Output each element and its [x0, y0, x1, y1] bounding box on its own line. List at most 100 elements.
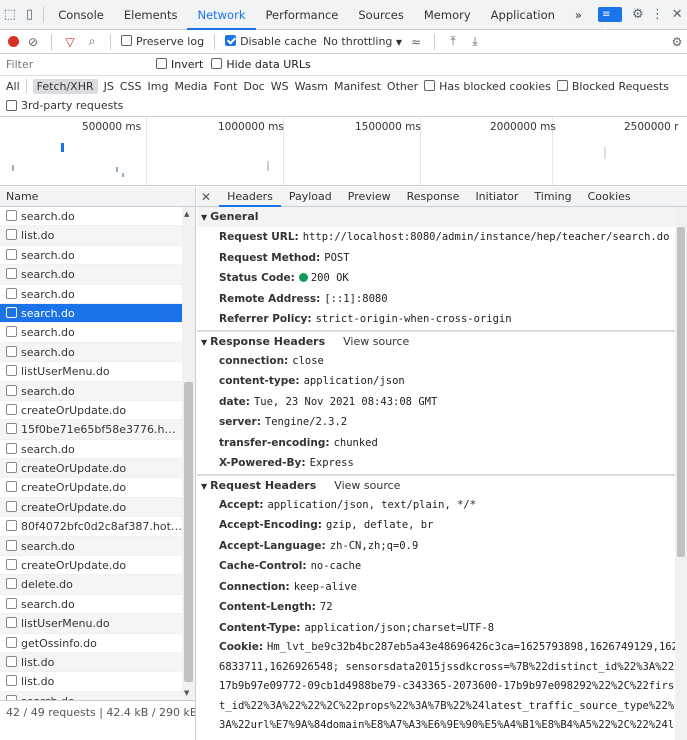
- request-row[interactable]: search.do: [0, 342, 182, 363]
- request-row[interactable]: list.do: [0, 226, 182, 246]
- scrollbar-thumb[interactable]: [677, 227, 685, 557]
- request-row[interactable]: search.do: [0, 439, 182, 460]
- tab-elements[interactable]: Elements: [114, 0, 188, 30]
- type-font[interactable]: Font: [214, 80, 238, 93]
- request-type-icon: [6, 268, 17, 280]
- request-row[interactable]: createOrUpdate.do: [0, 459, 182, 479]
- type-other[interactable]: Other: [387, 80, 418, 93]
- response-headers-header[interactable]: ▼ Response Headers View source: [197, 330, 687, 351]
- type-ws[interactable]: WS: [271, 80, 289, 93]
- inspect-element-icon[interactable]: ⬚: [0, 4, 20, 26]
- tab-application[interactable]: Application: [481, 0, 565, 30]
- filter-icon[interactable]: ▽: [62, 35, 78, 49]
- request-row[interactable]: search.do: [0, 303, 182, 324]
- request-list-scrollbar[interactable]: ▲ ▼: [182, 207, 195, 700]
- checkbox-icon: [211, 58, 223, 69]
- request-row[interactable]: search.do: [0, 691, 182, 700]
- close-icon[interactable]: ✕: [667, 4, 687, 26]
- gear-icon[interactable]: ⚙: [628, 4, 648, 26]
- request-row[interactable]: 80f4072bfc0d2c8af387.hot-upda: [0, 517, 182, 537]
- invert-checkbox[interactable]: Invert: [156, 58, 203, 71]
- preserve-log-checkbox[interactable]: Preserve log: [121, 35, 204, 48]
- third-party-checkbox[interactable]: 3rd-party requests: [6, 96, 123, 114]
- checkbox-icon: [424, 79, 436, 91]
- close-icon[interactable]: ✕: [201, 190, 211, 204]
- type-img[interactable]: Img: [148, 80, 169, 93]
- more-tabs-button[interactable]: »: [565, 0, 592, 30]
- filter-input[interactable]: Filter: [6, 58, 156, 71]
- tab-timing[interactable]: Timing: [526, 187, 579, 207]
- hide-data-urls-checkbox[interactable]: Hide data URLs: [211, 58, 311, 71]
- request-row[interactable]: delete.do: [0, 575, 182, 595]
- search-icon[interactable]: ⌕: [84, 34, 100, 49]
- type-fetch-xhr[interactable]: Fetch/XHR: [32, 78, 98, 94]
- type-doc[interactable]: Doc: [243, 80, 264, 93]
- view-source-link[interactable]: View source: [343, 335, 409, 348]
- download-icon[interactable]: ⤓: [467, 34, 483, 49]
- timeline-tick: 1500000 ms: [355, 121, 421, 133]
- checkbox-icon: [156, 58, 167, 69]
- request-row[interactable]: listUserMenu.do: [0, 362, 182, 382]
- tab-network[interactable]: Network: [187, 0, 256, 30]
- request-row[interactable]: getOssinfo.do: [0, 633, 182, 653]
- type-css[interactable]: CSS: [120, 80, 142, 93]
- tab-payload[interactable]: Payload: [281, 187, 340, 207]
- request-name: listUserMenu.do: [21, 365, 110, 379]
- general-section-header[interactable]: ▼ General: [197, 207, 687, 227]
- scroll-up-icon[interactable]: ▲: [184, 210, 189, 218]
- type-media[interactable]: Media: [174, 80, 207, 93]
- request-row[interactable]: search.do: [0, 323, 182, 343]
- request-row[interactable]: createOrUpdate.do: [0, 400, 182, 421]
- type-js[interactable]: JS: [104, 80, 114, 93]
- disable-cache-checkbox[interactable]: Disable cache: [225, 35, 317, 48]
- request-row[interactable]: search.do: [0, 207, 182, 227]
- tab-sources[interactable]: Sources: [348, 0, 414, 30]
- request-row[interactable]: search.do: [0, 536, 182, 557]
- tab-performance[interactable]: Performance: [256, 0, 349, 30]
- tab-console[interactable]: Console: [48, 0, 114, 30]
- clear-icon[interactable]: ⊘: [25, 35, 41, 49]
- scroll-down-icon[interactable]: ▼: [184, 689, 189, 697]
- request-row[interactable]: search.do: [0, 594, 182, 615]
- checkbox-icon: [6, 99, 17, 111]
- type-manifest[interactable]: Manifest: [334, 80, 381, 93]
- view-source-link[interactable]: View source: [334, 479, 400, 492]
- request-row[interactable]: search.do: [0, 245, 182, 266]
- tab-memory[interactable]: Memory: [414, 0, 481, 30]
- record-icon[interactable]: [8, 36, 19, 47]
- tab-headers[interactable]: Headers: [219, 187, 281, 207]
- tab-preview[interactable]: Preview: [340, 187, 399, 207]
- kebab-menu-icon[interactable]: ⋮: [648, 4, 668, 26]
- request-row[interactable]: list.do: [0, 672, 182, 692]
- wifi-icon[interactable]: ≈: [408, 35, 424, 49]
- request-row[interactable]: search.do: [0, 284, 182, 304]
- timeline-mark: [267, 161, 269, 171]
- request-row[interactable]: createOrUpdate.do: [0, 556, 182, 576]
- device-toggle-icon[interactable]: ▯: [20, 4, 40, 26]
- request-type-icon: [6, 384, 17, 396]
- throttling-select[interactable]: No throttling ▼: [323, 35, 402, 48]
- request-row[interactable]: list.do: [0, 652, 182, 673]
- tab-cookies[interactable]: Cookies: [580, 187, 639, 207]
- type-wasm[interactable]: Wasm: [295, 80, 328, 93]
- name-column-header[interactable]: Name: [0, 187, 195, 207]
- request-row[interactable]: listUserMenu.do: [0, 614, 182, 634]
- request-row[interactable]: search.do: [0, 381, 182, 401]
- scrollbar-thumb[interactable]: [184, 382, 193, 682]
- blocked-cookies-checkbox[interactable]: Has blocked cookies: [424, 79, 551, 93]
- request-row[interactable]: createOrUpdate.do: [0, 497, 182, 518]
- tab-initiator[interactable]: Initiator: [467, 187, 526, 207]
- request-headers-header[interactable]: ▼ Request Headers View source: [197, 474, 687, 495]
- request-row[interactable]: search.do: [0, 265, 182, 285]
- request-row[interactable]: createOrUpdate.do: [0, 478, 182, 498]
- detail-scrollbar[interactable]: [675, 207, 687, 740]
- network-overview-timeline[interactable]: 500000 ms 1000000 ms 1500000 ms 2000000 …: [0, 116, 687, 186]
- request-type-icon: [6, 675, 17, 687]
- type-all[interactable]: All: [6, 80, 20, 93]
- network-settings-gear-icon[interactable]: ⚙: [669, 35, 685, 49]
- request-row[interactable]: 15f0be71e65bf58e3776.hot-upda: [0, 420, 182, 440]
- tab-response[interactable]: Response: [399, 187, 468, 207]
- issues-badge[interactable]: ≡ 1: [597, 7, 623, 35]
- blocked-requests-checkbox[interactable]: Blocked Requests: [556, 79, 669, 93]
- upload-icon[interactable]: ⤒: [445, 34, 461, 49]
